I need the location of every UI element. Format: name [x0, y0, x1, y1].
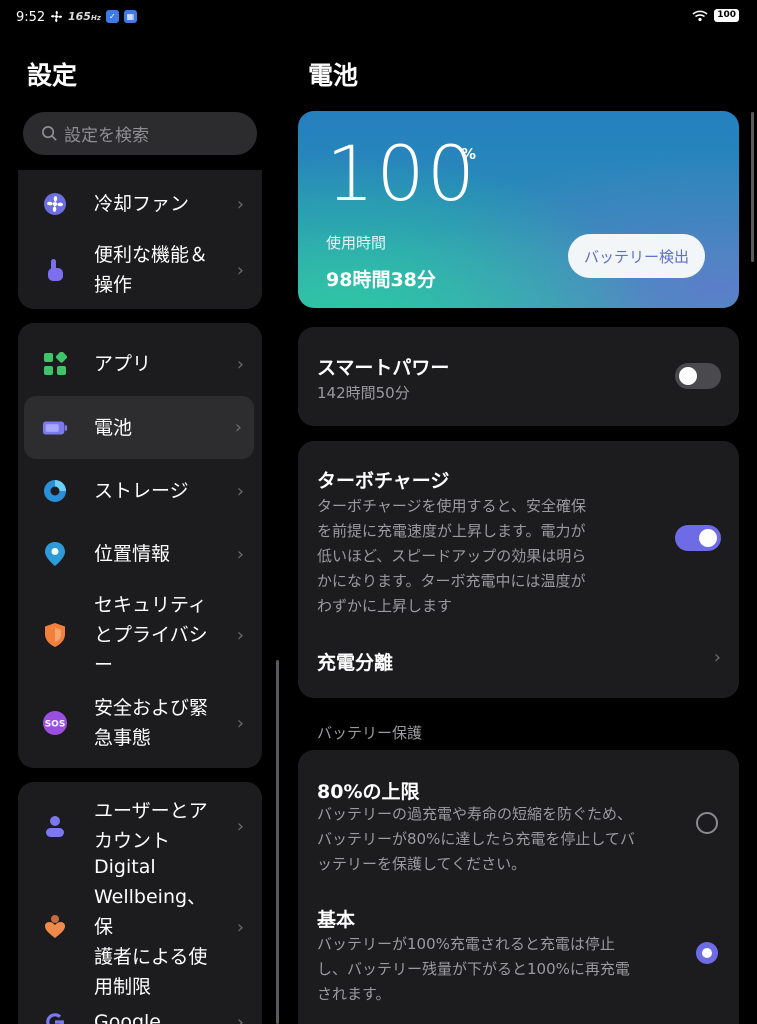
sidebar-item-google[interactable]: Google ›	[18, 994, 262, 1024]
sidebar-item-label: 安全および緊 急事態	[94, 697, 209, 749]
fan-icon	[50, 10, 63, 23]
charging-card: ターボチャージ ターボチャージを使用すると、安全確保 を前提に充電速度が上昇しま…	[298, 441, 739, 698]
chevron-right-icon: ›	[234, 417, 242, 438]
sidebar-item-label: 位置情報	[94, 543, 171, 565]
turbo-charge-title: ターボチャージ	[317, 470, 450, 492]
chevron-right-icon: ›	[236, 480, 244, 502]
battery-level: 100	[326, 129, 478, 218]
status-right-icons: 100	[692, 9, 739, 22]
status-left-icons: 165Hz ✓ ▦	[50, 10, 137, 23]
sidebar-item-label: セキュリティ とプライバシ ー	[94, 594, 208, 676]
sidebar-item-label: Digital Wellbeing、保 護者による使 用制限	[94, 856, 208, 998]
touch-gesture-icon	[42, 257, 68, 283]
svg-text:SOS: SOS	[45, 720, 66, 730]
option-description: バッテリーが100%充電されると充電は停止 し、バッテリー残量が下がると100%…	[317, 935, 630, 1003]
battery-icon: 100	[714, 9, 739, 22]
refresh-rate-icon: 165Hz	[68, 10, 101, 23]
user-icon	[42, 813, 68, 839]
sidebar-item-label: アプリ	[94, 353, 152, 375]
option-description: バッテリーの過充電や寿命の短縮を防ぐため、 バッテリーが80%に達したら充電を停…	[317, 805, 635, 873]
search-placeholder: 設定を検索	[64, 126, 149, 146]
chevron-right-icon: ›	[236, 353, 244, 375]
calendar-badge-icon: ▦	[123, 10, 137, 23]
search-icon	[42, 126, 57, 141]
sidebar-item-users[interactable]: ユーザーとア カウント ›	[18, 794, 262, 858]
app-badge-icon: ✓	[105, 10, 119, 23]
search-input[interactable]: 設定を検索	[23, 112, 257, 155]
option-radio[interactable]	[696, 812, 718, 834]
protection-option-80[interactable]: 80%の上限 バッテリーの過充電や寿命の短縮を防ぐため、 バッテリーが80%に達…	[298, 750, 739, 880]
storage-pie-icon	[42, 478, 68, 504]
chevron-right-icon: ›	[236, 815, 244, 837]
chevron-right-icon: ›	[236, 1011, 244, 1024]
wifi-icon	[692, 10, 708, 21]
smart-power-subtitle: 142時間50分	[317, 384, 410, 402]
page-title: 電池	[308, 61, 359, 90]
main-scrollbar[interactable]	[751, 112, 754, 262]
sidebar-scrollbar[interactable]	[276, 660, 279, 1024]
smart-power-title: スマートパワー	[317, 357, 450, 379]
chevron-right-icon: ›	[236, 259, 244, 281]
sidebar-item-label: ストレージ	[94, 480, 189, 502]
sidebar-item-gestures[interactable]: 便利な機能＆ 操作 ›	[18, 234, 262, 306]
smart-power-toggle[interactable]	[675, 363, 721, 389]
sidebar-card-system: アプリ › 電池 › ストレージ › 位置情報 › セキュリティ とプライバシ …	[18, 323, 262, 768]
battery-check-button[interactable]: バッテリー検出	[568, 234, 705, 278]
apps-grid-icon	[42, 351, 68, 377]
sidebar-item-label: 冷却ファン	[94, 193, 190, 215]
charge-separation-row[interactable]: 充電分離 ›	[298, 631, 739, 691]
sidebar-item-label: Google	[94, 1011, 162, 1024]
sidebar-item-cooling-fan[interactable]: 冷却ファン ›	[18, 174, 262, 234]
wellbeing-heart-icon	[42, 914, 68, 940]
chevron-right-icon: ›	[236, 543, 244, 565]
sidebar-card-account: ユーザーとア カウント › Digital Wellbeing、保 護者による使…	[18, 782, 262, 1024]
sidebar-title: 設定	[27, 61, 78, 90]
sidebar-item-emergency[interactable]: SOS 安全および緊 急事態 ›	[18, 685, 262, 761]
sidebar-item-label: 電池	[94, 416, 133, 439]
sidebar-item-label: ユーザーとア カウント	[94, 800, 208, 852]
chevron-right-icon: ›	[713, 647, 721, 668]
battery-status-card: 100 % 使用時間 98時間38分 バッテリー検出	[298, 111, 739, 308]
chevron-right-icon: ›	[236, 916, 244, 938]
turbo-charge-description: ターボチャージを使用すると、安全確保 を前提に充電速度が上昇します。電力が 低い…	[317, 497, 587, 615]
sidebar-item-security[interactable]: セキュリティ とプライバシ ー ›	[18, 587, 262, 683]
shield-icon	[42, 622, 68, 648]
usage-time-label: 使用時間	[326, 234, 387, 252]
google-icon	[42, 1009, 68, 1024]
turbo-charge-toggle[interactable]	[675, 525, 721, 551]
smart-power-card[interactable]: スマートパワー 142時間50分	[298, 327, 739, 426]
sidebar-item-label: 便利な機能＆ 操作	[94, 244, 209, 296]
battery-icon	[42, 415, 68, 441]
chevron-right-icon: ›	[236, 193, 244, 215]
protection-option-basic[interactable]: 基本 バッテリーが100%充電されると充電は停止 し、バッテリー残量が下がると1…	[298, 890, 739, 1020]
usage-time-value: 98時間38分	[326, 269, 436, 291]
sidebar-item-storage[interactable]: ストレージ ›	[18, 460, 262, 522]
sidebar-item-wellbeing[interactable]: Digital Wellbeing、保 護者による使 用制限 ›	[18, 856, 262, 998]
status-bar: 9:52 165Hz ✓ ▦ 100	[0, 0, 757, 36]
chevron-right-icon: ›	[236, 712, 244, 734]
status-time: 9:52	[16, 10, 46, 25]
sidebar-list[interactable]: 冷却ファン › 便利な機能＆ 操作 › アプリ › 電池 › ストレージ › 位…	[0, 170, 282, 1024]
sidebar-item-battery[interactable]: 電池 ›	[24, 396, 254, 459]
battery-protection-section-label: バッテリー保護	[317, 724, 423, 742]
battery-protection-card: 80%の上限 バッテリーの過充電や寿命の短縮を防ぐため、 バッテリーが80%に達…	[298, 750, 739, 1024]
option-title: 基本	[317, 909, 356, 931]
chevron-right-icon: ›	[236, 624, 244, 646]
option-radio[interactable]	[696, 942, 718, 964]
sos-icon: SOS	[42, 710, 68, 736]
location-pin-icon	[42, 541, 68, 567]
sidebar-item-apps[interactable]: アプリ ›	[18, 333, 262, 395]
sidebar-card-device: 冷却ファン › 便利な機能＆ 操作 ›	[18, 170, 262, 309]
sidebar-item-location[interactable]: 位置情報 ›	[18, 523, 262, 585]
option-title: 80%の上限	[317, 781, 420, 803]
fan-icon	[42, 191, 68, 217]
battery-unit: %	[461, 145, 477, 163]
charge-separation-title: 充電分離	[317, 652, 394, 674]
